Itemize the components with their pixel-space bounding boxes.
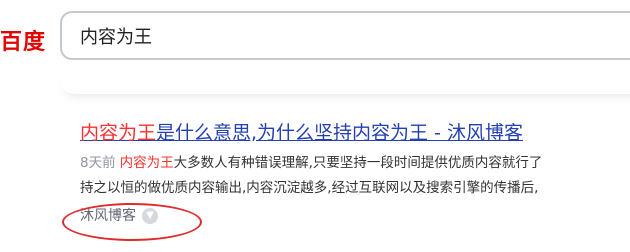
- result-title-text: 是什么意思,为什么坚持内容为王 - 沐风博客: [156, 122, 523, 144]
- search-box[interactable]: [60, 11, 630, 60]
- source-name[interactable]: 沐风博客: [80, 205, 136, 227]
- abstract-text-1: 大多数人有种错误理解,只要坚持一段时间提供优质内容就行了: [173, 155, 543, 171]
- abstract-line-2: 持之以恒的做优质内容输出,内容沉淀越多,经过互联网以及搜索引擎的传播后,: [80, 180, 539, 196]
- search-input[interactable]: [80, 13, 620, 58]
- search-result: 内容为王是什么意思,为什么坚持内容为王 - 沐风博客 8天前 内容为王大多数人有种…: [80, 118, 630, 227]
- result-abstract: 8天前 内容为王大多数人有种错误理解,只要坚持一段时间提供优质内容就行了 持之以恒…: [80, 151, 630, 201]
- result-title-highlight: 内容为王: [80, 122, 157, 144]
- chevron-down-icon[interactable]: ▼: [142, 208, 158, 224]
- result-title-link[interactable]: 内容为王是什么意思,为什么坚持内容为王 - 沐风博客: [80, 118, 630, 148]
- search-suggest-area: [60, 62, 630, 94]
- result-time: 8天前: [80, 155, 116, 171]
- abstract-highlight: 内容为王: [119, 155, 174, 171]
- baidu-logo[interactable]: 百度: [0, 28, 46, 58]
- abstract-line-1: 8天前 内容为王大多数人有种错误理解,只要坚持一段时间提供优质内容就行了: [80, 151, 630, 176]
- result-source: 沐风博客 ▼: [80, 205, 630, 227]
